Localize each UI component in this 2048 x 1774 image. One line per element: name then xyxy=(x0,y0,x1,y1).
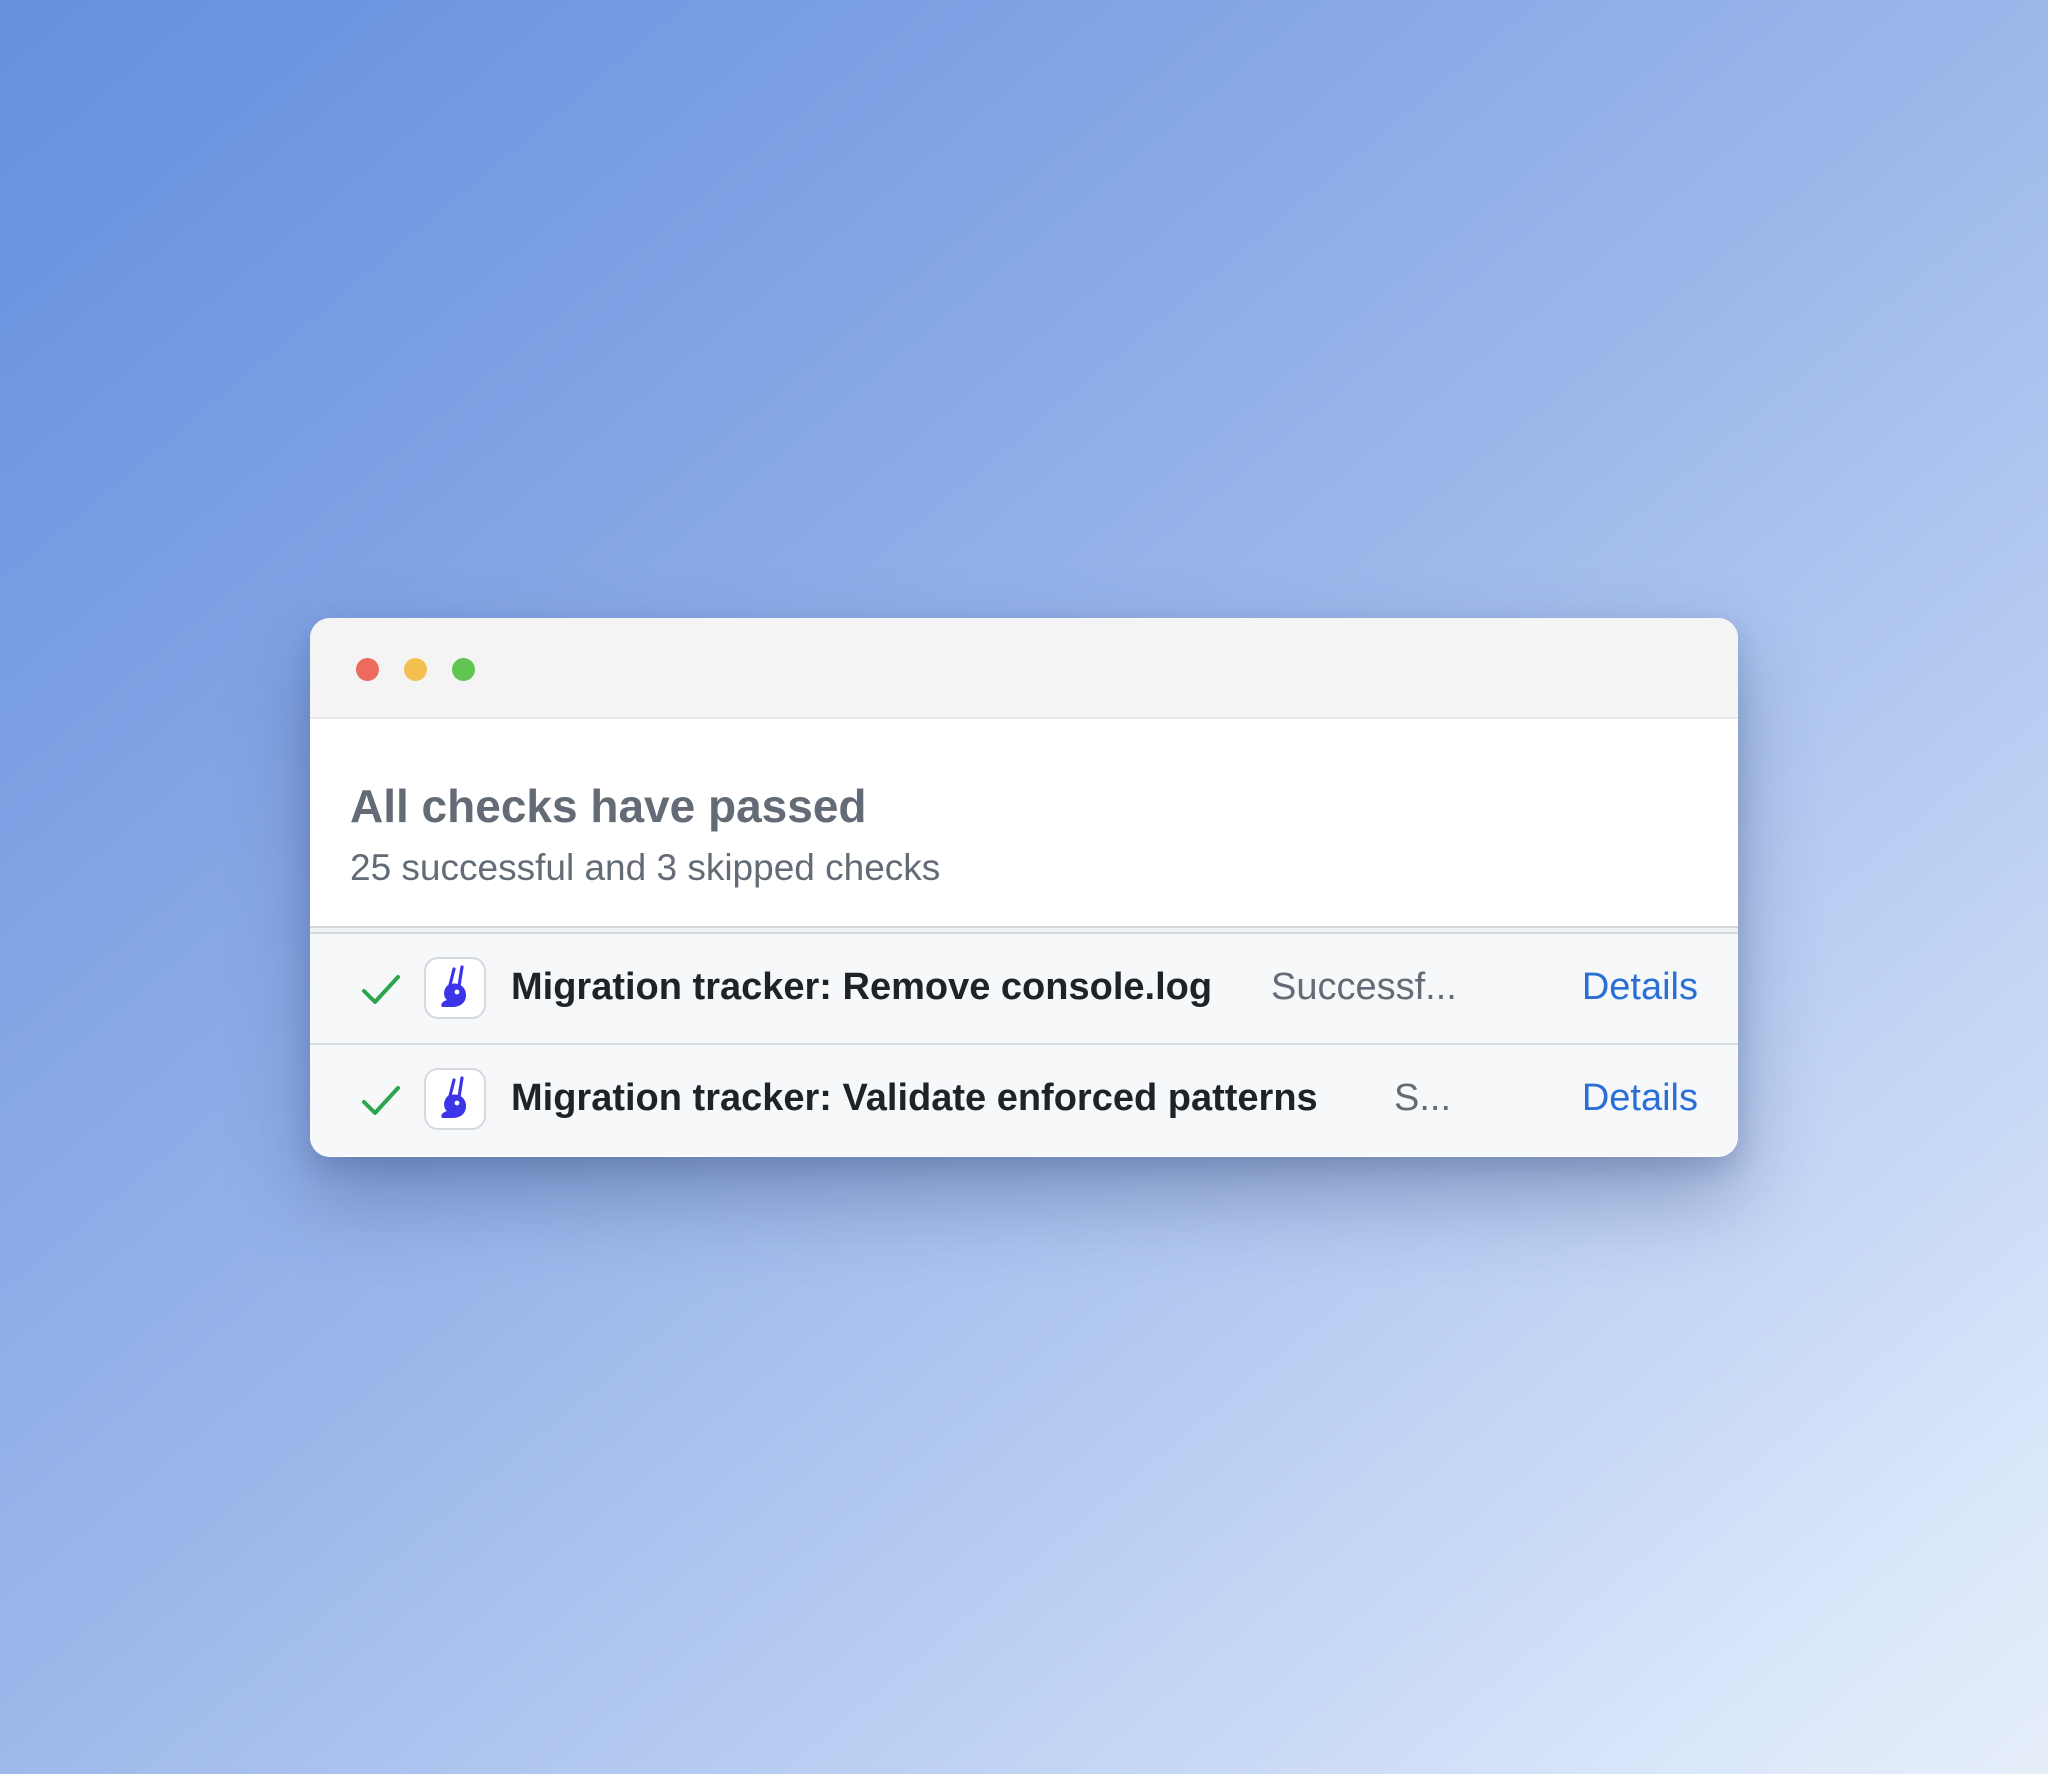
section-divider xyxy=(310,926,1738,934)
minimize-window-button[interactable] xyxy=(404,658,427,681)
window-titlebar xyxy=(310,618,1738,719)
check-row: Migration tracker: Validate enforced pat… xyxy=(310,1045,1738,1156)
details-link[interactable]: Details xyxy=(1582,966,1698,1009)
summary-title: All checks have passed xyxy=(350,780,867,832)
check-name: Migration tracker: Remove console.log xyxy=(511,966,1213,1008)
summary-subtitle: 25 successful and 3 skipped checks xyxy=(350,847,941,888)
check-icon xyxy=(362,1086,400,1115)
check-status: Successf... xyxy=(1271,966,1457,1008)
details-link[interactable]: Details xyxy=(1582,1077,1698,1120)
check-row: Migration tracker: Remove console.log Su… xyxy=(310,934,1738,1045)
migration-tracker-app-icon xyxy=(424,957,486,1019)
check-status: S... xyxy=(1394,1077,1452,1119)
close-window-button[interactable] xyxy=(356,658,379,681)
check-name: Migration tracker: Validate enforced pat… xyxy=(511,1077,1318,1119)
zoom-window-button[interactable] xyxy=(452,658,475,681)
check-icon xyxy=(362,975,400,1004)
checks-summary: All checks have passed 25 successful and… xyxy=(310,719,1738,926)
migration-tracker-app-icon xyxy=(424,1068,486,1130)
checks-window: All checks have passed 25 successful and… xyxy=(310,618,1738,1157)
